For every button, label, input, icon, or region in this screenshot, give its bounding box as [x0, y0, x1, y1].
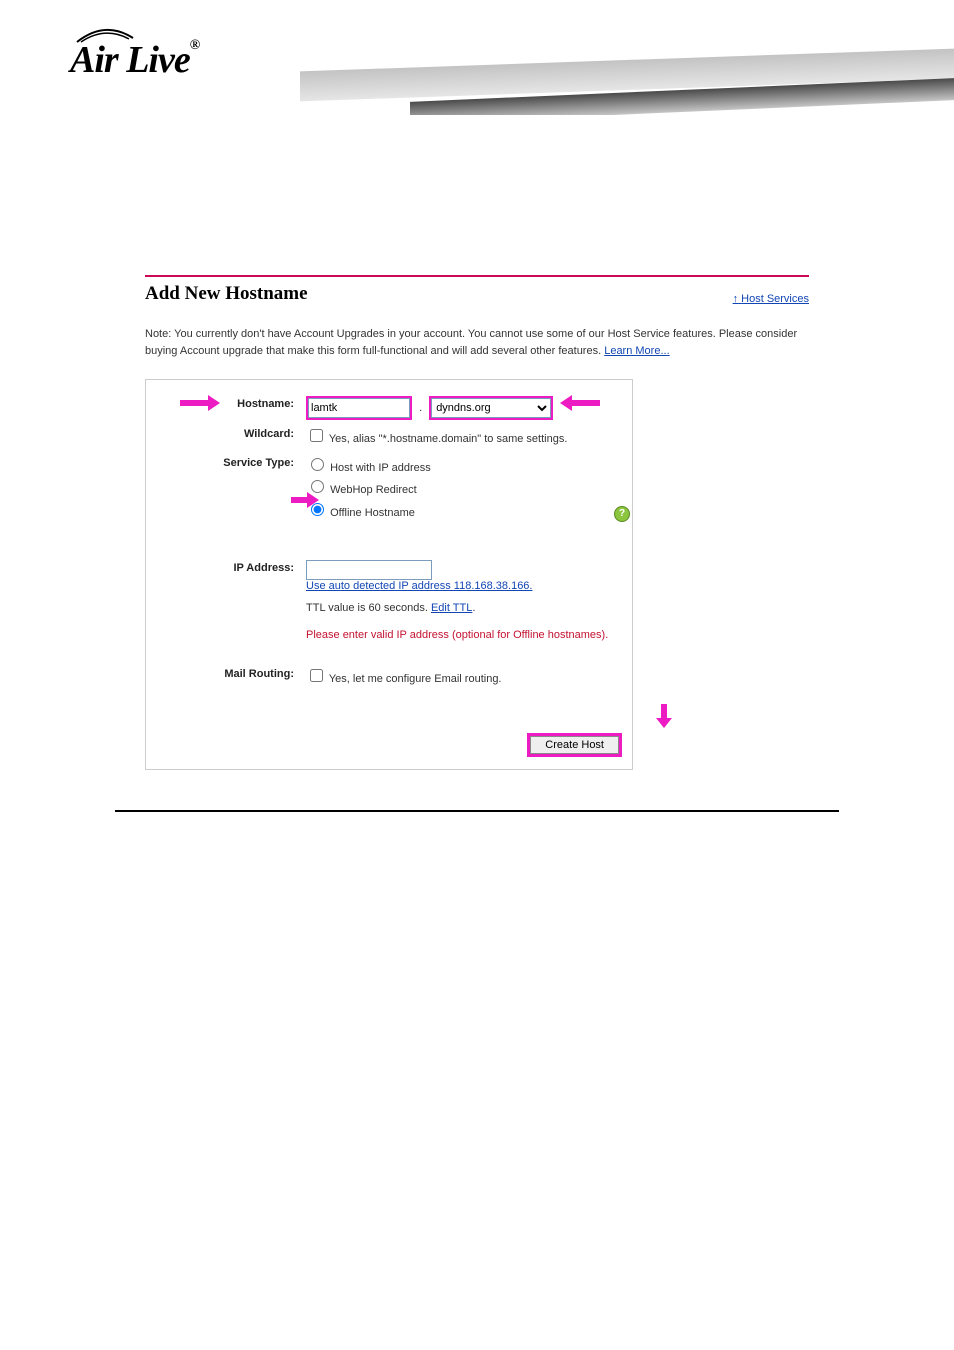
ip-address-label: IP Address: [156, 560, 306, 574]
footer-divider [115, 810, 839, 812]
mail-routing-label: Mail Routing: [156, 666, 306, 680]
ttl-suffix: . [472, 602, 475, 614]
mail-routing-row: Mail Routing: Yes, let me configure Emai… [156, 666, 622, 689]
create-host-highlight: Create Host [527, 733, 622, 757]
service-type-label: Service Type: [156, 455, 306, 469]
service-webhop-text: WebHop Redirect [330, 484, 417, 496]
auto-ip-link[interactable]: Use auto detected IP address 118.168.38.… [306, 580, 532, 592]
service-offline-radio[interactable] [311, 503, 324, 516]
hostname-row: Hostname: . dyndns.org [156, 396, 622, 420]
help-icon[interactable]: ? [614, 506, 630, 522]
mail-routing-text: Yes, let me configure Email routing. [329, 673, 502, 685]
hostname-label: Hostname: [156, 396, 306, 410]
hostname-input[interactable] [308, 398, 410, 418]
page-title: Add New Hostname [145, 283, 308, 305]
service-host-ip-text: Host with IP address [330, 462, 431, 474]
learn-more-link[interactable]: Learn More... [604, 345, 669, 357]
annotation-arrow-down [656, 704, 672, 728]
create-host-button[interactable]: Create Host [530, 736, 619, 754]
service-host-ip-radio[interactable] [311, 458, 324, 471]
mail-routing-checkbox[interactable] [310, 669, 323, 682]
service-webhop-radio[interactable] [311, 480, 324, 493]
ttl-text: TTL value is 60 seconds. [306, 602, 431, 614]
service-offline-text: Offline Hostname [330, 507, 415, 519]
brand-logo: Air Live® [70, 38, 199, 82]
wildcard-checkbox[interactable] [310, 429, 323, 442]
wildcard-text: Yes, alias "*.hostname.domain" to same s… [329, 433, 568, 445]
wildcard-row: Wildcard: Yes, alias "*.hostname.domain"… [156, 426, 622, 449]
host-services-link[interactable]: ↑ Host Services [733, 293, 809, 305]
upgrade-note: Note: You currently don't have Account U… [145, 326, 809, 359]
dot-separator: . [415, 402, 426, 414]
ip-warning-text: Please enter valid IP address (optional … [306, 628, 622, 643]
edit-ttl-link[interactable]: Edit TTL [431, 602, 472, 614]
service-type-row: Service Type: Host with IP address WebHo… [156, 455, 622, 523]
ip-address-input[interactable] [306, 560, 432, 580]
domain-select[interactable]: dyndns.org [431, 398, 551, 418]
wildcard-label: Wildcard: [156, 426, 306, 440]
header-banner: Air Live® [0, 0, 954, 115]
hostname-highlight [306, 396, 412, 420]
add-hostname-form: Hostname: . dyndns.org [145, 379, 633, 770]
domain-highlight: dyndns.org [429, 396, 553, 420]
ip-address-row: IP Address: Use auto detected IP address… [156, 560, 622, 643]
up-arrow-icon: ↑ [733, 293, 739, 305]
